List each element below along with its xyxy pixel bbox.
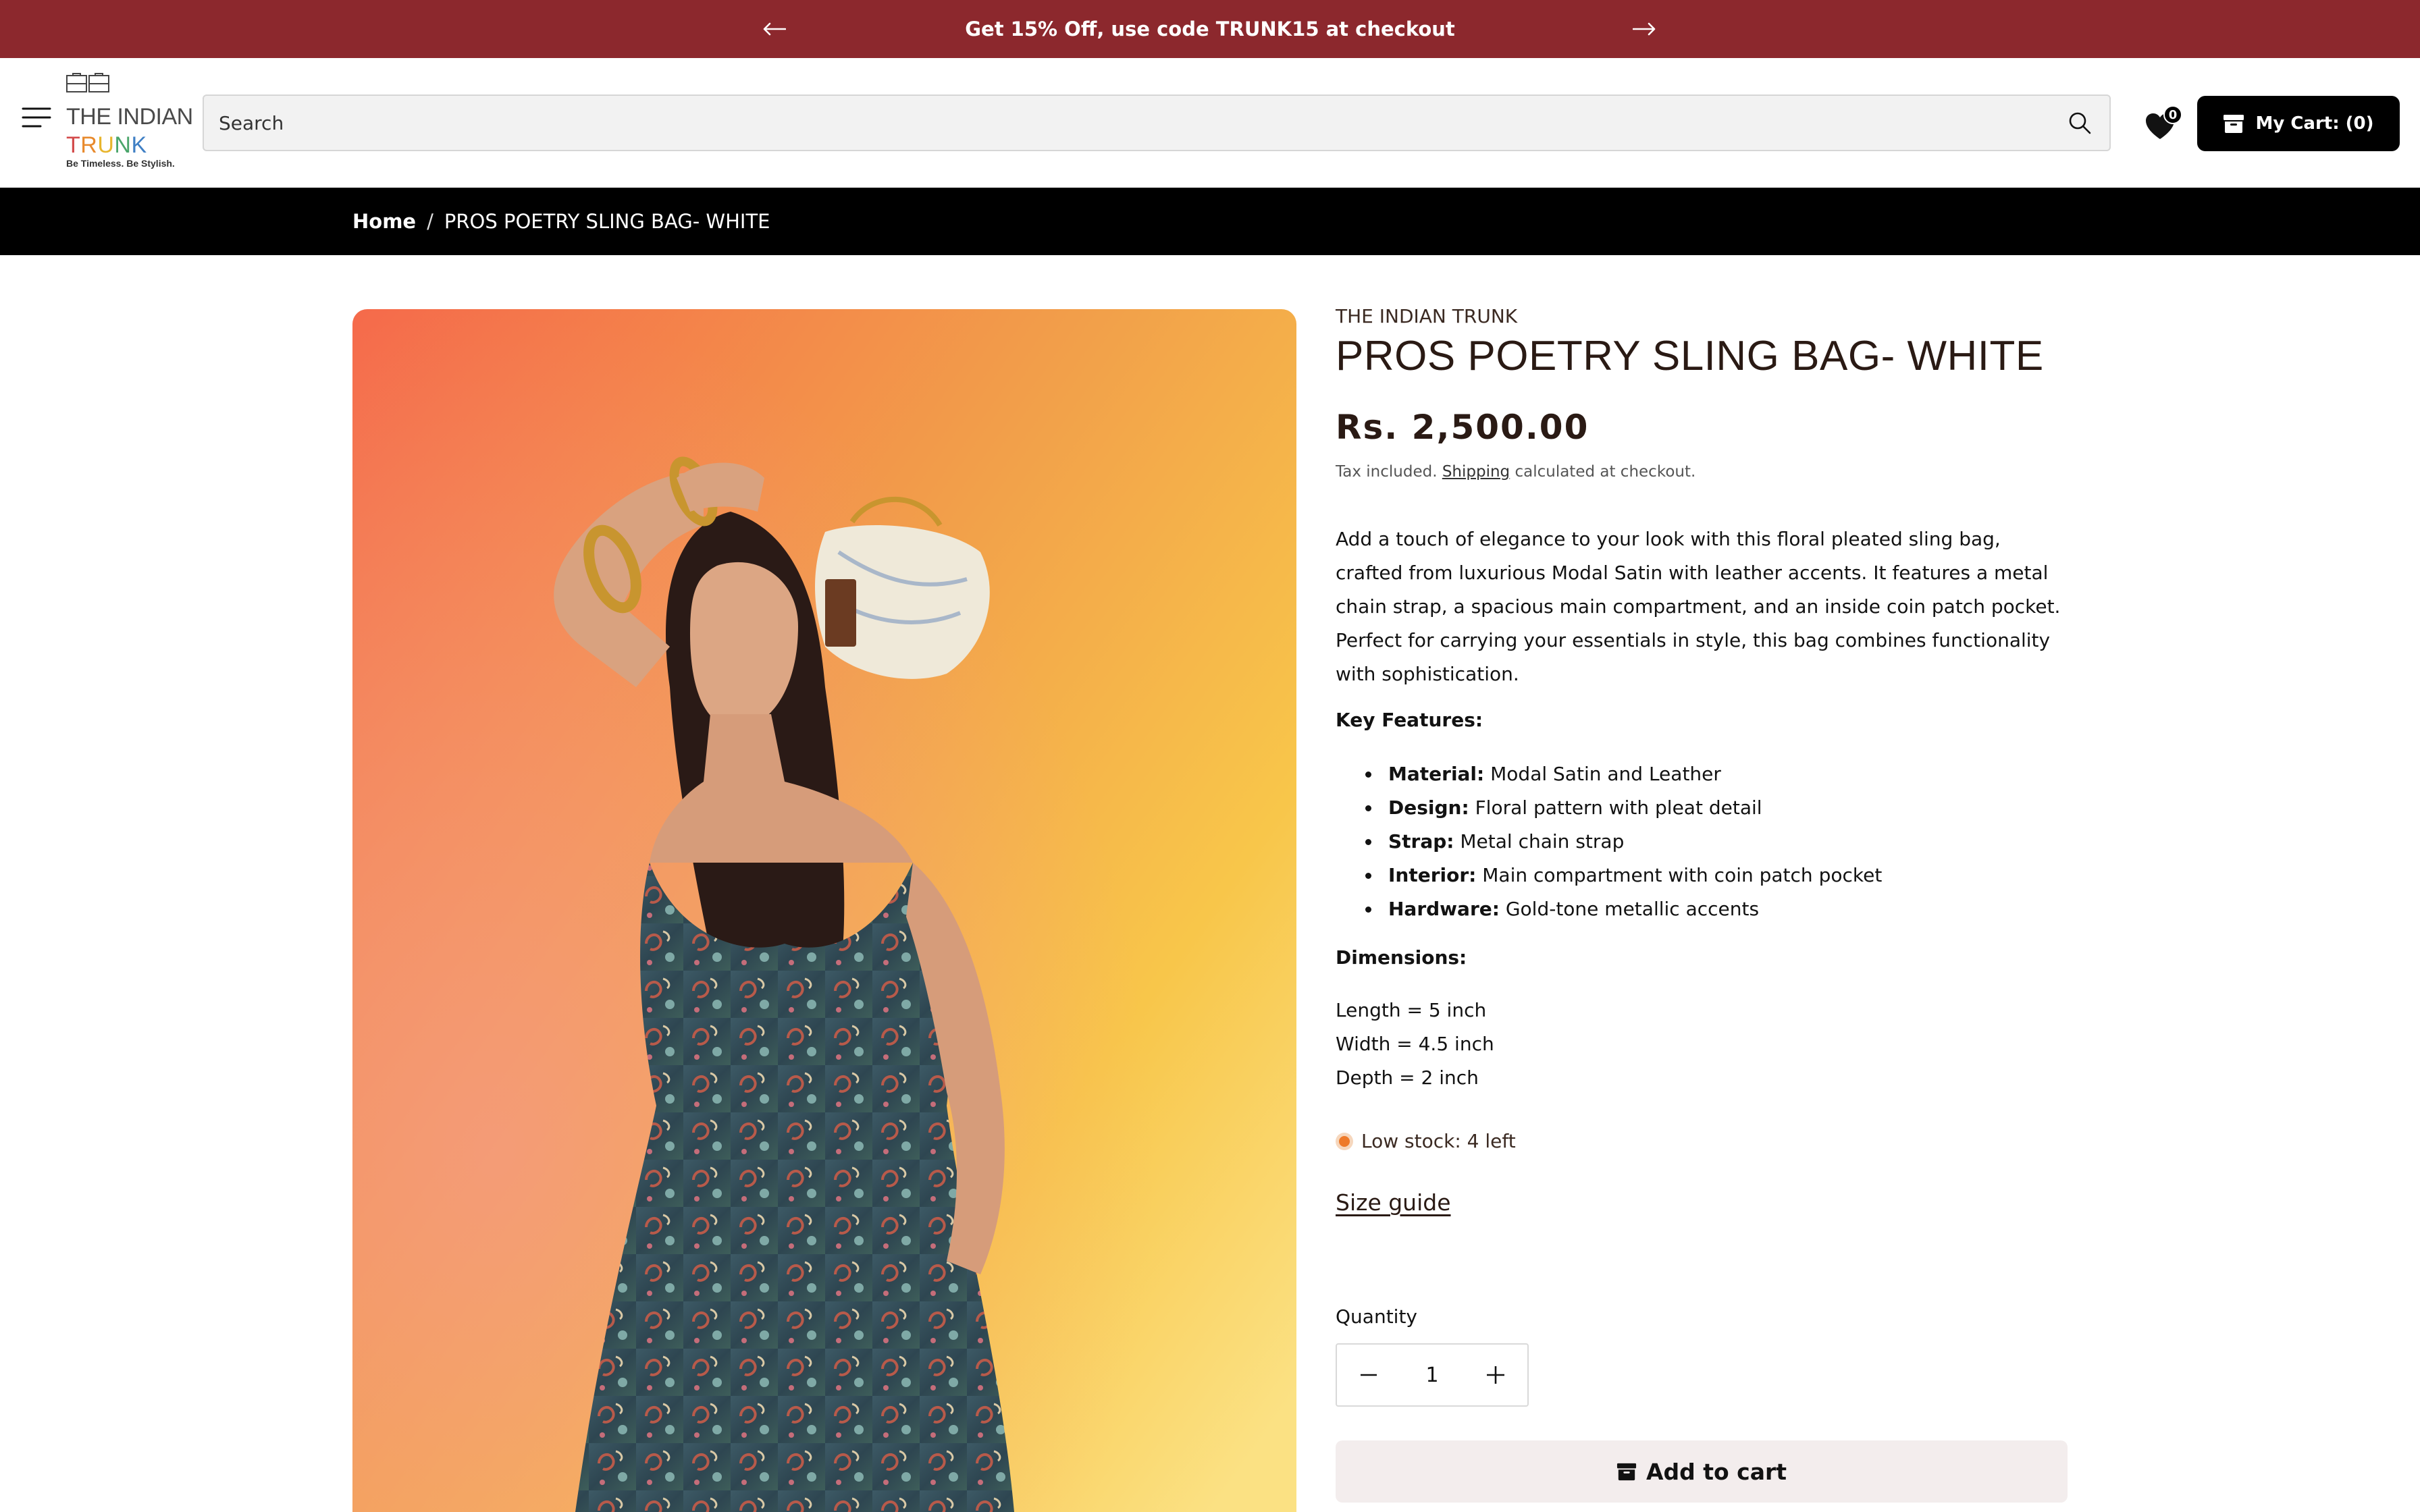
feature-item: Material: Modal Satin and Leather — [1336, 757, 1882, 791]
breadcrumb-home-link[interactable]: Home — [352, 210, 416, 233]
dimension-item: Width = 4.5 inch — [1336, 1033, 1494, 1055]
quantity-input[interactable] — [1400, 1355, 1464, 1395]
shipping-link[interactable]: Shipping — [1442, 463, 1510, 481]
search-input[interactable] — [217, 96, 2041, 150]
announcement-bar: Get 15% Off, use code TRUNK15 at checkou… — [0, 0, 2420, 58]
quantity-label: Quantity — [1336, 1305, 1417, 1328]
product-description: Add a touch of elegance to your look wit… — [1336, 528, 2061, 685]
cart-box-icon — [1616, 1463, 1637, 1481]
size-guide-link[interactable]: Size guide — [1336, 1189, 1451, 1216]
breadcrumb-current: PROS POETRY SLING BAG- WHITE — [444, 210, 770, 233]
stock-status: Low stock: 4 left — [1336, 1130, 1516, 1152]
search-icon — [2069, 112, 2091, 134]
cart-box-icon — [2224, 115, 2244, 133]
cart-label: My Cart: (0) — [2255, 113, 2374, 134]
cart-button[interactable]: My Cart: (0) — [2197, 96, 2400, 151]
breadcrumb-bar: Home / PROS POETRY SLING BAG- WHITE — [0, 188, 2420, 255]
wishlist-count-badge: 0 — [2163, 105, 2182, 124]
site-header: THE INDIAN TRUNK Be Timeless. Be Stylish… — [0, 58, 2420, 188]
dimensions-list: Length = 5 inch Width = 4.5 inch Depth =… — [1336, 994, 1494, 1095]
feature-item: Interior: Main compartment with coin pat… — [1336, 859, 1882, 892]
breadcrumb: Home / PROS POETRY SLING BAG- WHITE — [352, 188, 770, 255]
menu-button[interactable] — [22, 107, 54, 134]
plus-icon — [1487, 1366, 1504, 1384]
minus-icon — [1361, 1374, 1377, 1376]
logo-line-1: THE INDIAN — [66, 104, 193, 130]
hamburger-menu-icon — [22, 107, 51, 128]
product-price: Rs. 2,500.00 — [1336, 408, 1589, 447]
dimension-item: Length = 5 inch — [1336, 999, 1487, 1021]
add-to-cart-button[interactable]: Add to cart — [1336, 1440, 2068, 1503]
product-vendor: THE INDIAN TRUNK — [1336, 305, 1518, 327]
trunk-logo-icon — [66, 73, 109, 92]
tax-note: Tax included. Shipping calculated at che… — [1336, 463, 1696, 481]
feature-item: Hardware: Gold-tone metallic accents — [1336, 892, 1882, 926]
increase-quantity-button[interactable] — [1464, 1345, 1527, 1405]
quantity-stepper — [1336, 1343, 1529, 1407]
stock-text: Low stock: 4 left — [1361, 1130, 1516, 1152]
site-logo[interactable]: THE INDIAN TRUNK Be Timeless. Be Stylish… — [66, 73, 201, 174]
add-to-cart-label: Add to cart — [1646, 1458, 1787, 1485]
next-announcement-button[interactable] — [1627, 12, 1661, 46]
arrow-right-icon — [1633, 22, 1656, 36]
announcement-text: Get 15% Off, use code TRUNK15 at checkou… — [965, 18, 1455, 40]
key-features-list: Material: Modal Satin and Leather Design… — [1336, 757, 1882, 926]
feature-item: Strap: Metal chain strap — [1336, 825, 1882, 859]
dimensions-heading: Dimensions: — [1336, 946, 1467, 969]
dimension-item: Depth = 2 inch — [1336, 1066, 1479, 1089]
key-features-heading: Key Features: — [1336, 709, 1483, 731]
logo-line-2: TRUNK — [66, 132, 147, 158]
breadcrumb-separator: / — [427, 210, 433, 233]
decrease-quantity-button[interactable] — [1337, 1345, 1400, 1405]
low-stock-dot-icon — [1336, 1132, 1353, 1150]
logo-tagline: Be Timeless. Be Stylish. — [66, 158, 175, 169]
product-image[interactable] — [352, 309, 1296, 1512]
search-button[interactable] — [2068, 111, 2092, 135]
product-photo-illustration — [352, 309, 1296, 1512]
feature-item: Design: Floral pattern with pleat detail — [1336, 791, 1882, 825]
wishlist-button[interactable]: 0 — [2145, 105, 2185, 142]
search-bar — [203, 94, 2111, 151]
product-title: PROS POETRY SLING BAG- WHITE — [1336, 333, 2044, 379]
